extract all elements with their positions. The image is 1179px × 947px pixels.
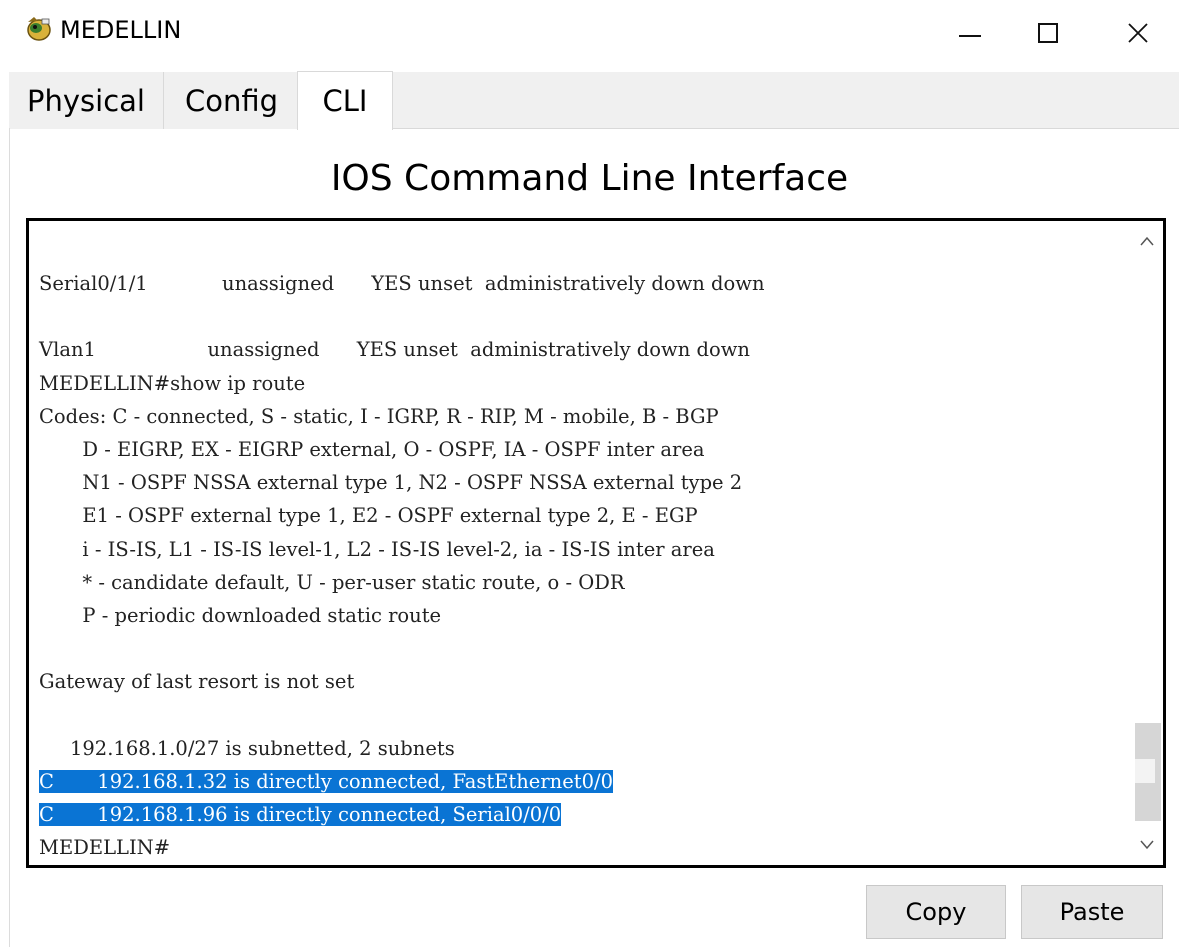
terminal-scrollbar[interactable] xyxy=(1131,221,1163,865)
terminal-line-text: N1 - OSPF NSSA external type 1, N2 - OSP… xyxy=(39,471,743,495)
scroll-thumb[interactable] xyxy=(1135,759,1155,783)
terminal-line-selected: C 192.168.1.96 is directly connected, Se… xyxy=(39,798,1129,831)
cli-terminal[interactable]: Serial0/1/1 unassigned YES unset adminis… xyxy=(26,218,1166,868)
close-button[interactable] xyxy=(1108,8,1168,58)
title-bar: MEDELLIN xyxy=(0,0,1179,68)
scroll-up-button[interactable] xyxy=(1131,221,1163,261)
router-device-icon xyxy=(24,13,54,43)
terminal-line: * - candidate default, U - per-user stat… xyxy=(39,566,1129,599)
terminal-line: P - periodic downloaded static route xyxy=(39,599,1129,632)
terminal-line-text: MEDELLIN#show ip route xyxy=(39,371,306,395)
tab-cli[interactable]: CLI xyxy=(297,71,393,130)
terminal-line-text: Gateway of last resort is not set xyxy=(39,670,355,694)
chevron-down-icon xyxy=(1140,840,1154,850)
terminal-line: D - EIGRP, EX - EIGRP external, O - OSPF… xyxy=(39,433,1129,466)
tab-bar: Physical Config CLI xyxy=(9,71,1179,130)
terminal-line: Serial0/1/1 unassigned YES unset adminis… xyxy=(39,267,1129,300)
terminal-line-selected: C 192.168.1.32 is directly connected, Fa… xyxy=(39,765,1129,798)
terminal-line: Gateway of last resort is not set xyxy=(39,665,1129,698)
chevron-up-icon xyxy=(1140,236,1154,246)
terminal-line: i - IS-IS, L1 - IS-IS level-1, L2 - IS-I… xyxy=(39,533,1129,566)
tab-config[interactable]: Config xyxy=(164,72,300,129)
terminal-line: N1 - OSPF NSSA external type 1, N2 - OSP… xyxy=(39,466,1129,499)
panel-border xyxy=(9,128,10,947)
terminal-line: E1 - OSPF external type 1, E2 - OSPF ext… xyxy=(39,499,1129,532)
terminal-line-text: C 192.168.1.32 is directly connected, Fa… xyxy=(39,769,613,793)
terminal-line-text: Vlan1 unassigned YES unset administrativ… xyxy=(39,338,750,362)
terminal-line-text: i - IS-IS, L1 - IS-IS level-1, L2 - IS-I… xyxy=(39,537,715,561)
maximize-button[interactable] xyxy=(1018,8,1078,58)
terminal-line-text: Serial0/1/1 unassigned YES unset adminis… xyxy=(39,272,765,295)
terminal-line-text: * - candidate default, U - per-user stat… xyxy=(39,570,625,594)
terminal-line-text: Codes: C - connected, S - static, I - IG… xyxy=(39,404,719,428)
terminal-line: Vlan1 unassigned YES unset administrativ… xyxy=(39,333,1129,366)
terminal-line: Codes: C - connected, S - static, I - IG… xyxy=(39,400,1129,433)
tab-physical[interactable]: Physical xyxy=(9,72,164,129)
terminal-line-text: C 192.168.1.96 is directly connected, Se… xyxy=(39,803,562,826)
close-icon xyxy=(1128,23,1148,43)
terminal-line-text: 192.168.1.0/27 is subnetted, 2 subnets xyxy=(39,736,455,760)
copy-button[interactable]: Copy xyxy=(866,885,1006,939)
terminal-line: MEDELLIN#show ip route xyxy=(39,367,1129,400)
terminal-line-text: D - EIGRP, EX - EIGRP external, O - OSPF… xyxy=(39,437,705,461)
scroll-down-button[interactable] xyxy=(1131,825,1163,865)
terminal-line-text: MEDELLIN# xyxy=(39,836,171,860)
terminal-line-text: E1 - OSPF external type 1, E2 - OSPF ext… xyxy=(39,504,698,528)
terminal-line: MEDELLIN# xyxy=(39,831,1129,864)
page-title: IOS Command Line Interface xyxy=(330,158,849,199)
terminal-line: 192.168.1.0/27 is subnetted, 2 subnets xyxy=(39,732,1129,765)
maximize-icon xyxy=(1038,23,1058,43)
window-title: MEDELLIN xyxy=(60,16,182,44)
terminal-output[interactable]: Serial0/1/1 unassigned YES unset adminis… xyxy=(39,267,1129,864)
minimize-button[interactable] xyxy=(940,8,1000,58)
minimize-icon xyxy=(959,35,981,37)
paste-button[interactable]: Paste xyxy=(1021,885,1163,939)
terminal-line-text: P - periodic downloaded static route xyxy=(39,603,442,627)
device-window: MEDELLIN Physical Config CLI IOS Command… xyxy=(0,0,1179,947)
